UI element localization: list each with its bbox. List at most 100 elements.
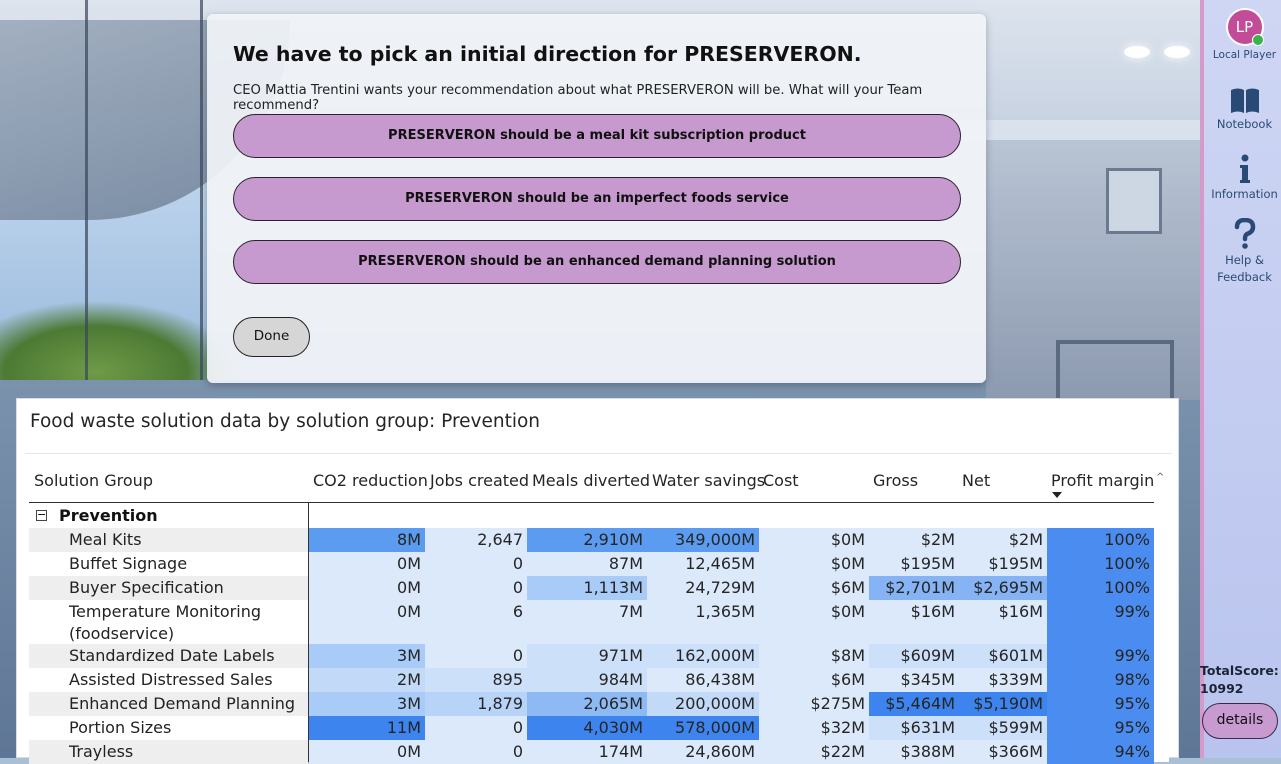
table-cell: $2,701M	[869, 576, 959, 600]
table-cell: 578,000M	[647, 716, 759, 740]
details-button[interactable]: details	[1202, 703, 1278, 739]
table-cell: 100%	[1047, 528, 1154, 552]
option-meal-kit-button[interactable]: PRESERVERON should be a meal kit subscri…	[233, 114, 961, 158]
table-row[interactable]: Meal Kits 8M 2,647 2,910M 349,000M $0M $2M $2M 1…	[29, 528, 1154, 552]
table-cell: 95%	[1047, 692, 1154, 716]
table-cell: $609M	[869, 644, 959, 668]
table-row[interactable]: Portion Sizes 11M 0 4,030M 578,000M $32M $631M…	[29, 716, 1154, 740]
header-solution-group[interactable]: Solution Group	[34, 471, 153, 490]
row-name: Portion Sizes	[29, 716, 308, 740]
table-cell: 0	[425, 716, 527, 740]
option-demand-planning-button[interactable]: PRESERVERON should be an enhanced demand…	[233, 240, 961, 284]
total-score-value: 10992	[1200, 681, 1244, 696]
table-cell: 971M	[527, 644, 647, 668]
row-name: Buyer Specification Expansion	[29, 576, 308, 619]
header-profit-margin[interactable]: Profit margin	[1051, 471, 1154, 490]
table-cell: $2M	[959, 528, 1047, 552]
table-row[interactable]: Standardized Date Labels 3M 0 971M 162,000M $…	[29, 644, 1154, 668]
table-cell: 2M	[309, 668, 425, 692]
local-player-button[interactable]: LP Local Player	[1204, 8, 1281, 60]
sort-descending-icon	[1052, 492, 1062, 498]
avatar: LP	[1225, 8, 1264, 46]
header-divider	[29, 502, 1154, 503]
row-name: Buffet Signage	[29, 552, 308, 576]
solution-table: Solution Group CO2 reduction Jobs create…	[29, 462, 1169, 764]
table-cell: $366M	[959, 740, 1047, 764]
table-cell: $275M	[759, 692, 869, 716]
collapse-icon[interactable]: −	[36, 509, 47, 521]
table-cell: 24,729M	[647, 576, 759, 600]
table-cell: $16M	[959, 600, 1047, 644]
header-gross[interactable]: Gross	[873, 471, 918, 490]
row-name: Enhanced Demand Planning	[29, 692, 308, 716]
header-jobs-created[interactable]: Jobs created	[430, 471, 529, 490]
table-row[interactable]: Assisted Distressed Sales 2M 895 984M 86,438…	[29, 668, 1154, 692]
header-co2-reduction[interactable]: CO2 reduction	[313, 471, 428, 490]
panel-title: Food waste solution data by solution gro…	[30, 411, 541, 432]
decision-dialog: We have to pick an initial direction for…	[207, 14, 986, 383]
table-cell: 1,365M	[647, 600, 759, 644]
scroll-up-icon[interactable]: ^	[1156, 472, 1164, 483]
table-cell: 98%	[1047, 668, 1154, 692]
dialog-prompt: CEO Mattia Trentini wants your recommend…	[233, 83, 923, 113]
table-cell: 2,647	[425, 528, 527, 552]
table-cell: $599M	[959, 716, 1047, 740]
table-cell: 200,000M	[647, 692, 759, 716]
notebook-button[interactable]: Notebook	[1204, 86, 1281, 133]
table-cell: 4,030M	[527, 716, 647, 740]
table-row[interactable]: Trayless 0M 0 174M 24,860M $22M $388M $366M 94%	[29, 740, 1154, 764]
row-name: Standardized Date Labels	[29, 644, 308, 668]
table-cell: 7M	[527, 600, 647, 644]
table-cell: 984M	[527, 668, 647, 692]
book-icon	[1230, 88, 1259, 113]
table-row[interactable]: Enhanced Demand Planning 3M 1,879 2,065M 200…	[29, 692, 1154, 716]
table-cell: 6	[425, 600, 527, 644]
table-cell: $0M	[759, 528, 869, 552]
table-cell: 86,438M	[647, 668, 759, 692]
table-cell: $195M	[959, 552, 1047, 576]
table-cell: 174M	[527, 740, 647, 764]
background-building	[986, 140, 1200, 404]
header-water-savings[interactable]: Water savings	[652, 471, 765, 490]
table-cell: 0	[425, 552, 527, 576]
table-cell: $345M	[869, 668, 959, 692]
help-label-line2: Feedback	[1217, 270, 1272, 284]
dialog-title: We have to pick an initial direction for…	[233, 42, 862, 66]
table-cell: 1,879	[425, 692, 527, 716]
header-net[interactable]: Net	[962, 471, 990, 490]
row-name: Temperature Monitoring (foodservice)	[29, 600, 308, 644]
table-cell: 12,465M	[647, 552, 759, 576]
table-row[interactable]: Buyer Specification Expansion0M01,113M24…	[29, 576, 1154, 619]
table-cell: 99%	[1047, 600, 1154, 644]
table-cell: $2,695M	[959, 576, 1047, 600]
table-cell: $22M	[759, 740, 869, 764]
table-cell: 87M	[527, 552, 647, 576]
railing	[1056, 340, 1174, 404]
table-row[interactable]: Buffet Signage 0M 0 87M 12,465M $0M $195M $195M…	[29, 552, 1154, 576]
table-cell: $5,190M	[959, 692, 1047, 716]
table-cell: $631M	[869, 716, 959, 740]
table-cell: 99%	[1047, 644, 1154, 668]
header-meals-diverted[interactable]: Meals diverted	[532, 471, 650, 490]
online-status-dot	[1251, 34, 1264, 46]
table-row[interactable]: Temperature Monitoring (foodservice) 0M 6 7…	[29, 600, 1154, 644]
window-frame	[85, 0, 88, 400]
done-button[interactable]: Done	[233, 317, 310, 357]
table-cell: 100%	[1047, 576, 1154, 600]
group-name: Prevention	[59, 506, 158, 525]
information-button[interactable]: Information	[1204, 154, 1281, 203]
avatar-initials: LP	[1235, 18, 1254, 36]
row-name: Assisted Distressed Sales	[29, 668, 308, 692]
table-cell: $5,464M	[869, 692, 959, 716]
header-cost[interactable]: Cost	[763, 471, 799, 490]
option-imperfect-foods-button[interactable]: PRESERVERON should be an imperfect foods…	[233, 177, 961, 221]
table-cell: 162,000M	[647, 644, 759, 668]
table-cell: 0	[425, 644, 527, 668]
total-score: TotalScore: 10992	[1200, 662, 1279, 698]
ceiling-lamp	[1124, 46, 1150, 58]
total-score-label: TotalScore:	[1200, 663, 1279, 678]
table-cell: 8M	[309, 528, 425, 552]
table-cell: $0M	[759, 600, 869, 644]
local-player-label: Local Player	[1212, 49, 1277, 61]
help-feedback-button[interactable]: Help & Feedback	[1204, 218, 1281, 286]
